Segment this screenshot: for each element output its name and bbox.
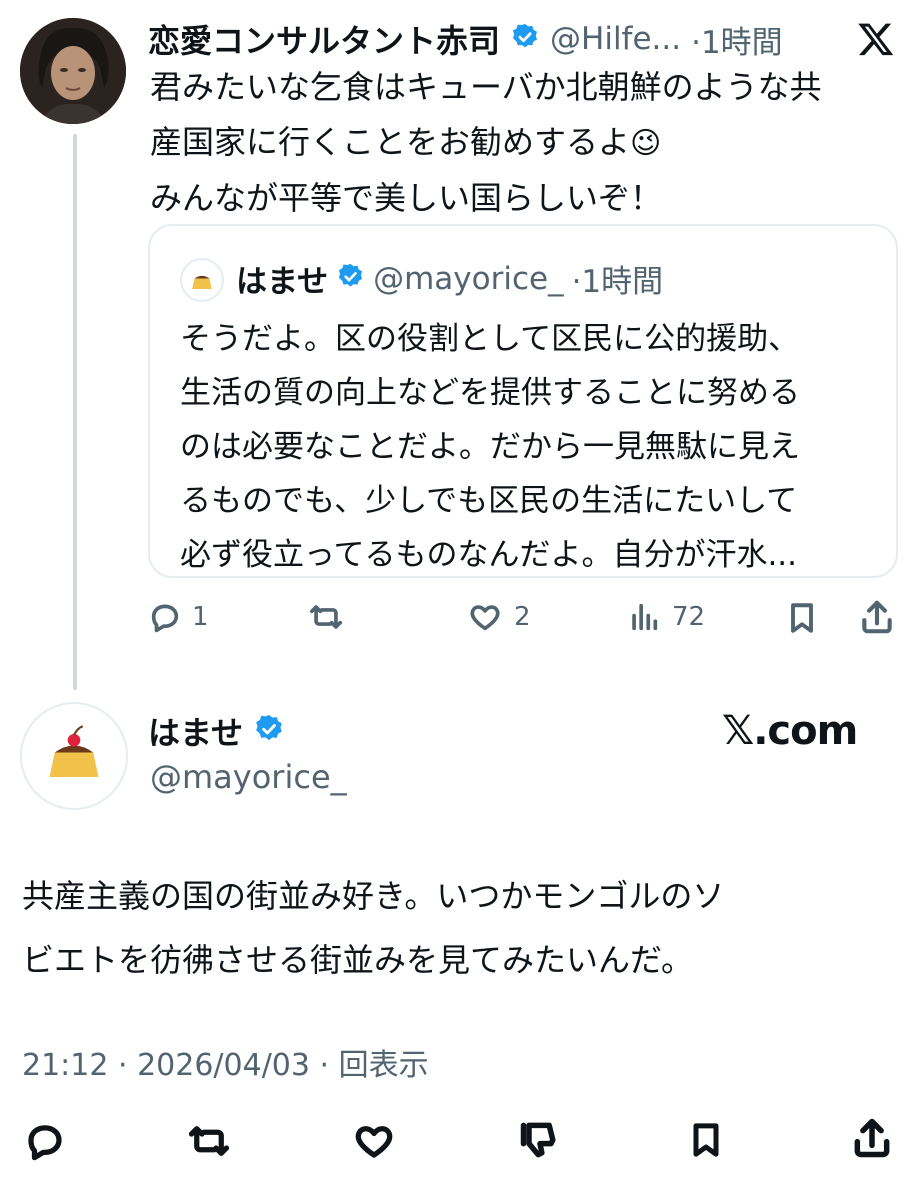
reply-icon <box>151 604 179 633</box>
tweet1-header: 恋愛コンサルタント赤司 @Hilfe... ·1時間 <box>148 16 783 62</box>
tweet-meta: 21:12 · 2026/04/03 · 回表示 <box>22 1048 429 1083</box>
quote-author-name: はませ <box>236 264 329 300</box>
author-avatar[interactable] <box>20 18 126 124</box>
heart-icon <box>355 1126 393 1158</box>
retweet-button[interactable] <box>306 600 356 634</box>
share-button[interactable] <box>850 1116 894 1164</box>
thread-line <box>73 134 77 690</box>
verified-badge-icon <box>510 22 540 56</box>
tweet-time[interactable]: ·1時間 <box>691 17 783 62</box>
tweet-text-segment: 産国家に行くことをお勧めするよ <box>150 123 631 161</box>
quote-text-line: 生活の質の向上などを提供することに努める <box>180 375 800 411</box>
quote-text-line: 必ず役立ってるものなんだよ。自分が汗水... <box>180 537 798 573</box>
x-dot-com-brand[interactable]: 𝕏.com <box>722 708 858 754</box>
quote-text-line: るものでも、少しでも区民の生活にたいして <box>180 483 798 519</box>
quote-header: はませ @mayorice_ ·1時間 <box>236 256 663 301</box>
quote-time: ·1時間 <box>571 264 664 300</box>
views-chart-icon <box>632 603 658 631</box>
dislike-button[interactable] <box>518 1118 562 1166</box>
views-count: 72 <box>672 602 706 632</box>
like-button[interactable]: 2 <box>466 600 531 634</box>
bookmark-icon <box>693 1123 719 1157</box>
author-avatar-pudding[interactable] <box>20 702 128 810</box>
reply-button[interactable] <box>24 1120 66 1166</box>
author-handle[interactable]: @Hilfe... <box>550 21 681 57</box>
share-icon <box>862 600 892 634</box>
tweet-text-line: 共産主義の国の街並み好き。いつかモンゴルのソ <box>22 877 725 915</box>
verified-badge-icon <box>336 262 365 295</box>
like-count: 2 <box>514 602 531 632</box>
reply-button[interactable]: 1 <box>148 600 209 634</box>
x-logo-icon[interactable] <box>856 20 896 62</box>
quote-text-line: そうだよ。区の役割として区民に公的援助、 <box>180 321 800 357</box>
winking-face-emoji: 😉 <box>630 126 662 161</box>
quote-text: そうだよ。区の役割として区民に公的援助、 生活の質の向上などを提供することに努め… <box>180 312 880 582</box>
quote-author-handle: @mayorice_ <box>373 260 564 297</box>
reply-count: 1 <box>192 602 209 632</box>
retweet-icon <box>309 605 343 629</box>
author-handle[interactable]: @mayorice_ <box>150 758 347 796</box>
share-icon <box>854 1118 890 1158</box>
retweet-icon <box>188 1126 230 1156</box>
like-button[interactable] <box>352 1120 396 1166</box>
bookmark-button[interactable] <box>784 600 820 640</box>
bookmark-button[interactable] <box>686 1118 726 1166</box>
tweet-text-line: みんなが平等で美しい国らしいぞ！ <box>150 179 663 217</box>
reply-icon <box>28 1125 62 1161</box>
bookmark-icon <box>791 603 813 633</box>
author-name[interactable]: 恋愛コンサルタント赤司 <box>148 16 500 62</box>
tweet-text-line: ビエトを彷彿させる街並みを見てみたいんだ。 <box>22 941 694 979</box>
quote-author-avatar[interactable] <box>180 258 224 302</box>
retweet-button[interactable] <box>186 1120 232 1166</box>
author-name[interactable]: はませ <box>148 708 243 754</box>
share-button[interactable] <box>858 598 896 640</box>
tweet-text-line: 君みたいな乞食はキューバか北朝鮮のような共 <box>150 68 822 106</box>
heart-icon <box>470 605 500 631</box>
verified-badge-icon <box>253 713 285 749</box>
tweet-text-line: 産国家に行くことをお勧めするよ😉 <box>150 115 890 171</box>
quote-text-line: のは必要なことだよ。だから一見無駄に見え <box>180 429 800 465</box>
views-button[interactable]: 72 <box>626 600 705 634</box>
tweet2-text: 共産主義の国の街並み好き。いつかモンゴルのソ ビエトを彷彿させる街並みを見てみた… <box>22 864 912 992</box>
tweet1-text: 君みたいな乞食はキューバか北朝鮮のような共 産国家に行くことをお勧めするよ😉 み… <box>150 60 890 226</box>
thumbs-down-icon <box>520 1122 556 1158</box>
tweet2-header: はませ <box>148 708 285 754</box>
